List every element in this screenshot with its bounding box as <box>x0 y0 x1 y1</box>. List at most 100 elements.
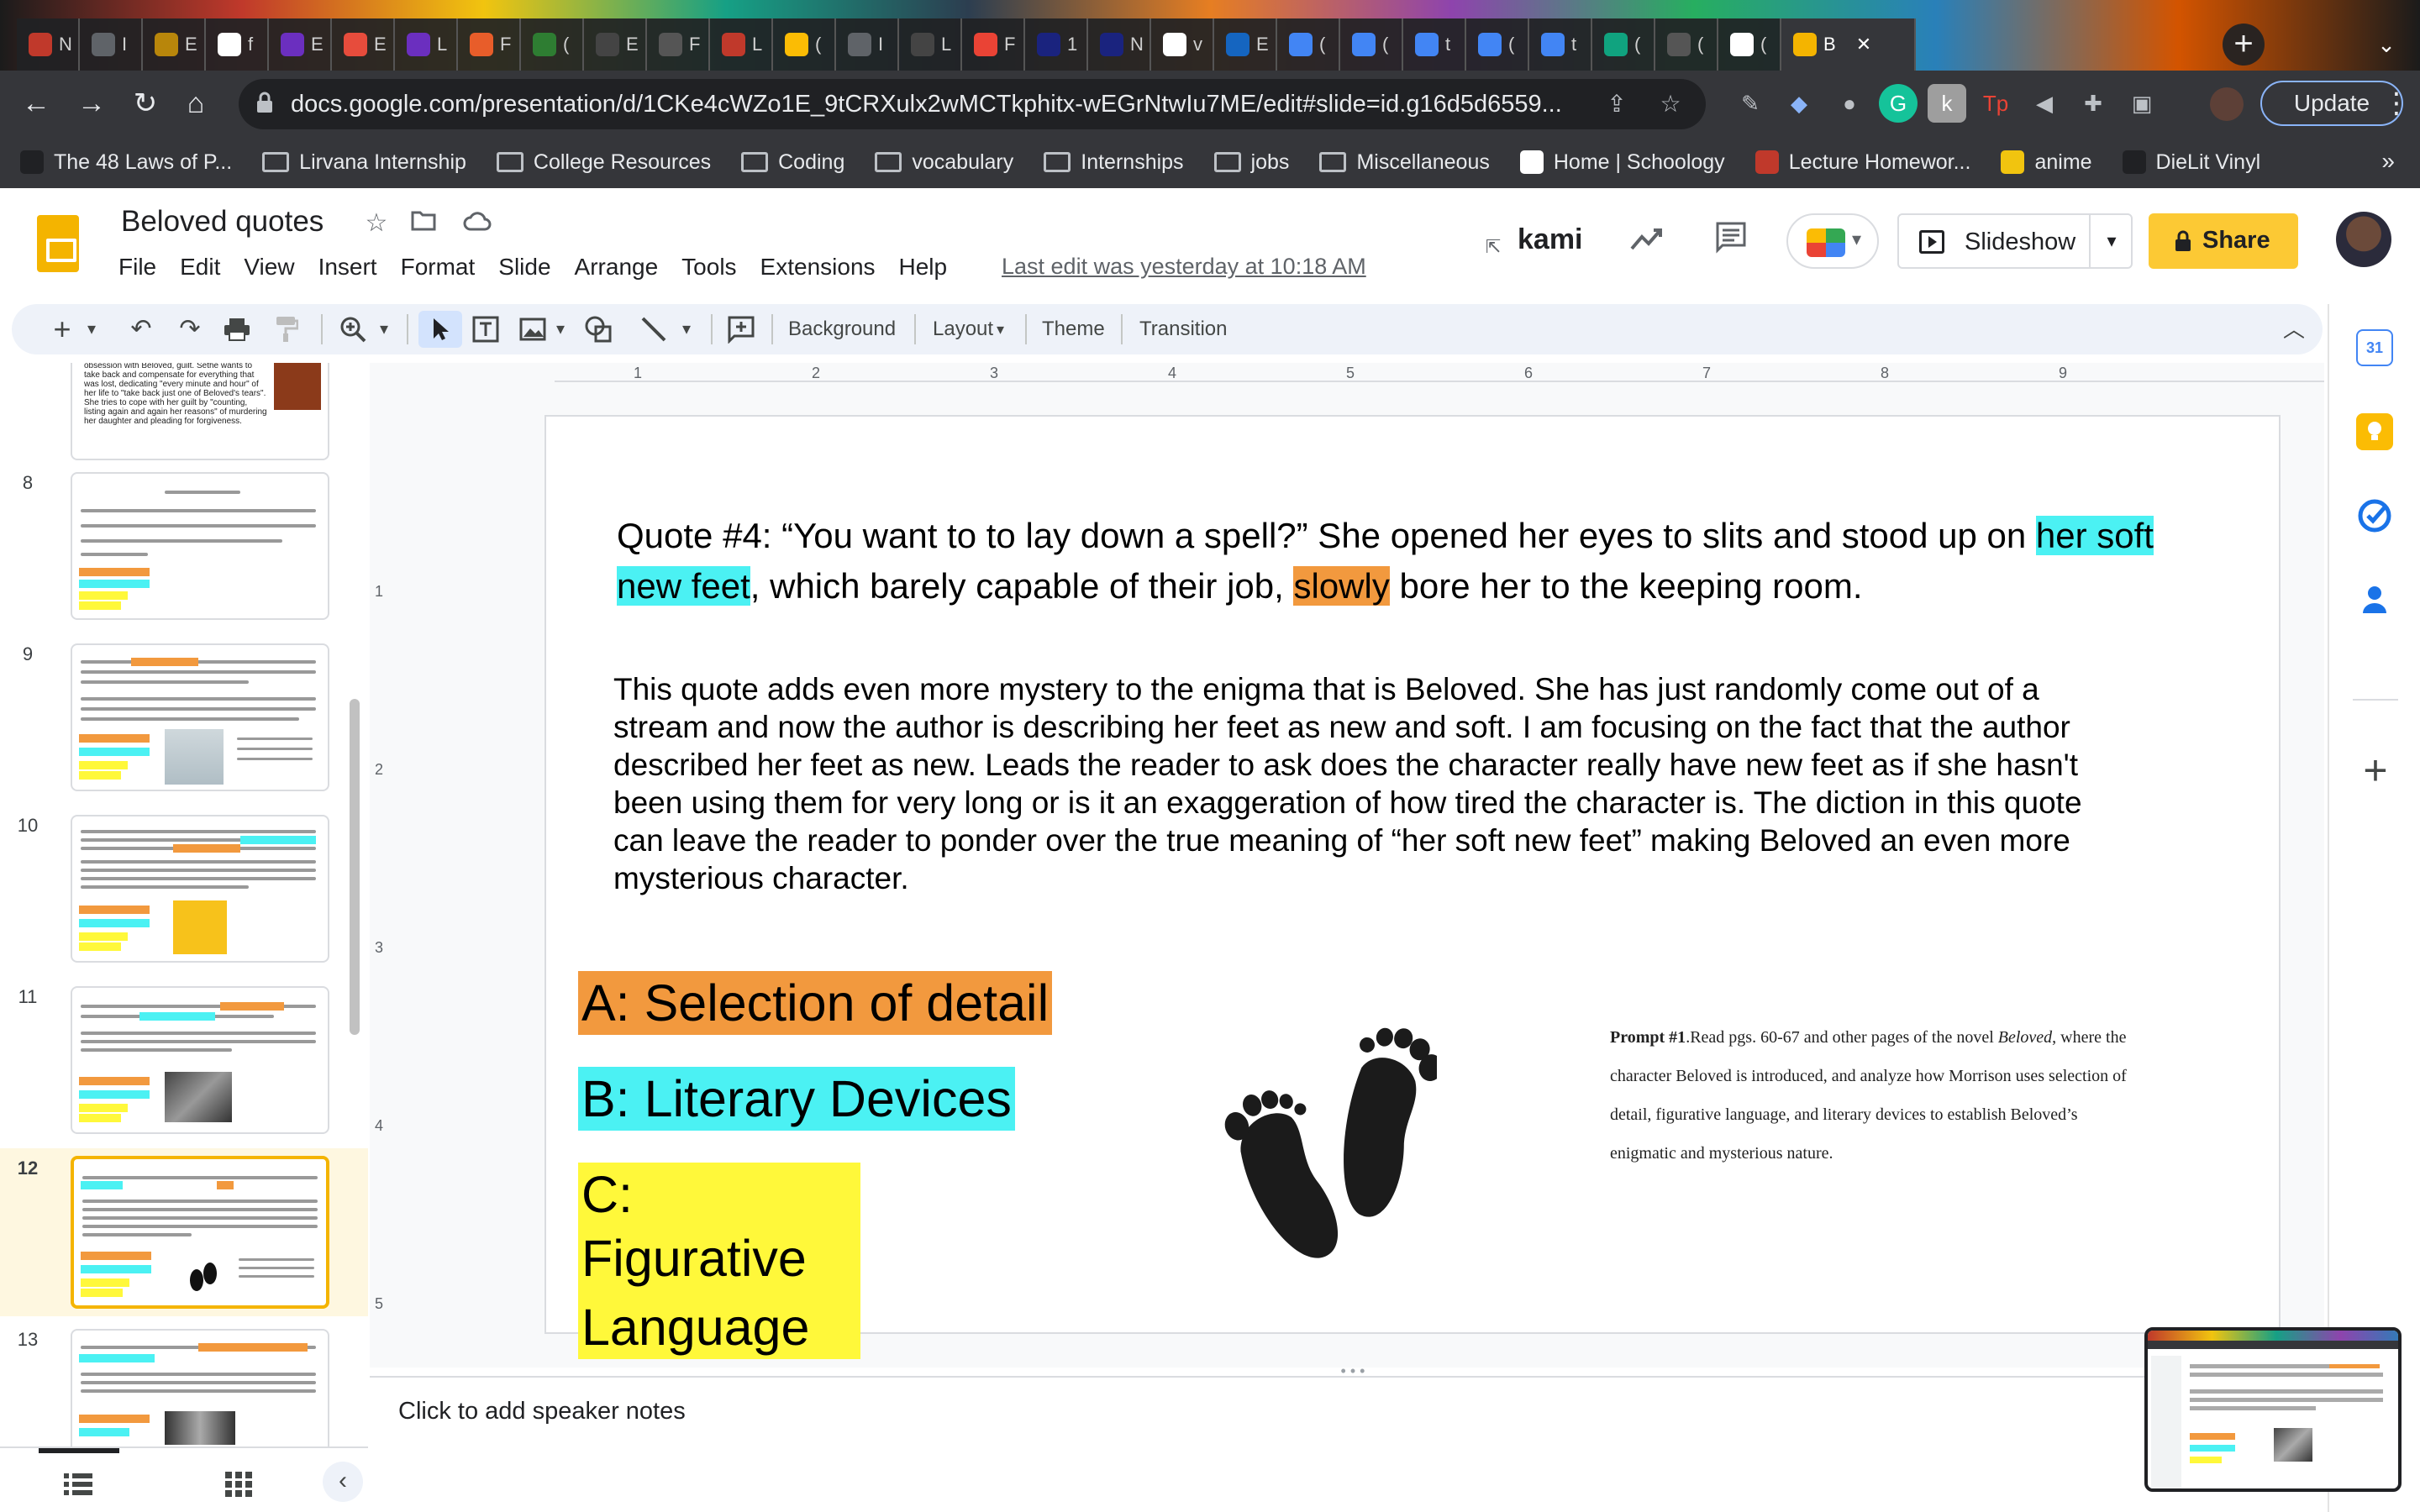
activity-trend-icon[interactable] <box>1625 220 1669 264</box>
keep-icon[interactable] <box>2356 413 2393 450</box>
new-slide-plus-icon[interactable]: + <box>47 311 77 348</box>
chat-extension-icon[interactable]: ● <box>1830 84 1869 123</box>
slideshow-button[interactable]: Slideshow ▾ <box>1897 213 2133 269</box>
analysis-text-box[interactable]: This quote adds even more mystery to the… <box>613 670 2109 897</box>
slide-thumbnail-13[interactable] <box>71 1329 329 1446</box>
new-slide-layout-caret-icon[interactable]: ▾ <box>79 311 104 348</box>
bookmark-item[interactable]: Miscellaneous <box>1319 150 1490 175</box>
url-text[interactable]: docs.google.com/presentation/d/1CKe4cWZo… <box>291 91 1635 118</box>
prompt-text-box[interactable]: Prompt #1.Read pgs. 60-67 and other page… <box>1610 1018 2131 1173</box>
bookmark-item[interactable]: vocabulary <box>875 150 1013 175</box>
label-figurative-language[interactable]: C: Figurative Language <box>578 1163 860 1359</box>
browser-tab[interactable]: E <box>332 18 395 71</box>
browser-tab[interactable]: v <box>1151 18 1214 71</box>
bookmarks-overflow-icon[interactable]: » <box>2381 148 2395 175</box>
document-title[interactable]: Beloved quotes <box>121 205 324 239</box>
tasks-icon[interactable] <box>2356 497 2393 534</box>
shape-icon[interactable] <box>580 311 617 348</box>
account-avatar[interactable] <box>2336 212 2391 267</box>
bookmark-item[interactable]: jobs <box>1213 150 1289 175</box>
theme-button[interactable]: Theme <box>1042 314 1105 344</box>
new-tab-button[interactable]: + <box>2223 24 2265 66</box>
profile-avatar-icon[interactable] <box>2210 87 2244 121</box>
filmstrip-scrollbar[interactable] <box>350 699 360 1035</box>
image-caret-icon[interactable]: ▾ <box>548 311 573 348</box>
gem-extension-icon[interactable]: ◆ <box>1780 84 1818 123</box>
print-icon[interactable] <box>218 311 255 348</box>
bookmark-item[interactable]: Lecture Homewor... <box>1754 150 1970 175</box>
side-panel-icon[interactable]: ▣ <box>2123 84 2161 123</box>
browser-tab[interactable]: t <box>1529 18 1592 71</box>
kami-button[interactable]: kami <box>1518 223 1583 256</box>
contacts-icon[interactable] <box>2356 581 2393 618</box>
line-icon[interactable] <box>635 311 672 348</box>
bookmark-item[interactable]: Lirvana Internship <box>262 150 466 175</box>
layout-button[interactable]: Layout <box>933 314 993 344</box>
baby-feet-image[interactable] <box>1218 1013 1443 1282</box>
browser-tab[interactable]: L <box>395 18 458 71</box>
menu-slide[interactable]: Slide <box>498 254 550 281</box>
move-folder-icon[interactable] <box>407 207 440 240</box>
browser-tab[interactable]: ( <box>1466 18 1529 71</box>
transition-button[interactable]: Transition <box>1139 314 1227 344</box>
last-edit-link[interactable]: Last edit was yesterday at 10:18 AM <box>1002 254 1366 280</box>
menu-view[interactable]: View <box>244 254 294 281</box>
menu-help[interactable]: Help <box>899 254 948 281</box>
browser-tab[interactable]: L <box>899 18 962 71</box>
browser-tab[interactable]: I <box>80 18 143 71</box>
get-add-ons-plus-icon[interactable]: + <box>2354 749 2396 791</box>
close-tab-icon[interactable]: ✕ <box>1856 34 1871 55</box>
browser-tab[interactable]: E <box>269 18 332 71</box>
menu-format[interactable]: Format <box>401 254 476 281</box>
menu-arrange[interactable]: Arrange <box>575 254 659 281</box>
browser-tab[interactable]: ( <box>773 18 836 71</box>
browser-tab[interactable]: L <box>710 18 773 71</box>
speaker-notes-panel[interactable]: Click to add speaker notes <box>370 1376 2324 1512</box>
menu-insert[interactable]: Insert <box>318 254 377 281</box>
bookmark-item[interactable]: anime <box>2001 150 2092 175</box>
home-icon[interactable]: ⌂ <box>175 82 217 124</box>
undo-icon[interactable]: ↶ <box>123 311 160 348</box>
forward-arrow-icon[interactable]: → <box>71 82 113 124</box>
menu-file[interactable]: File <box>118 254 156 281</box>
menu-extensions[interactable]: Extensions <box>760 254 876 281</box>
share-page-icon[interactable]: ⇪ <box>1600 87 1634 121</box>
lock-icon[interactable] <box>255 91 281 118</box>
slideshow-options-chevron-icon[interactable]: ▾ <box>2089 215 2133 267</box>
add-comment-icon[interactable] <box>723 311 760 348</box>
browser-tab[interactable]: F <box>962 18 1025 71</box>
browser-tab[interactable]: ( <box>521 18 584 71</box>
browser-tab[interactable]: I <box>836 18 899 71</box>
share-button[interactable]: Share <box>2149 213 2298 269</box>
bookmark-item[interactable]: DieLit Vinyl <box>2122 150 2260 175</box>
calendar-icon[interactable]: 31 <box>2356 329 2393 366</box>
quote-text-box[interactable]: Quote #4: “You want to to lay down a spe… <box>617 511 2180 612</box>
redo-icon[interactable]: ↷ <box>171 311 208 348</box>
browser-tab[interactable]: F <box>458 18 521 71</box>
background-button[interactable]: Background <box>788 314 896 344</box>
bookmark-star-icon[interactable]: ☆ <box>1654 87 1687 121</box>
slide-thumbnail-12[interactable] <box>71 1156 329 1309</box>
zoom-caret-icon[interactable]: ▾ <box>371 311 397 348</box>
pen-extension-icon[interactable]: ✎ <box>1731 84 1770 123</box>
slide-canvas[interactable]: Quote #4: “You want to to lay down a spe… <box>544 415 2281 1359</box>
slide-thumbnail-10[interactable] <box>71 815 329 963</box>
paint-format-icon[interactable] <box>267 311 304 348</box>
meet-button[interactable]: ▾ <box>1786 213 1879 269</box>
menu-edit[interactable]: Edit <box>180 254 220 281</box>
browser-tab-active[interactable]: B ✕ <box>1781 18 1916 71</box>
cloud-saved-icon[interactable] <box>460 207 494 240</box>
browser-tab[interactable]: ( <box>1277 18 1340 71</box>
slides-logo-icon[interactable] <box>37 215 79 272</box>
line-caret-icon[interactable]: ▾ <box>674 311 699 348</box>
speaker-notes-placeholder[interactable]: Click to add speaker notes <box>398 1398 686 1425</box>
star-icon[interactable]: ☆ <box>360 207 393 240</box>
browser-tab[interactable]: ( <box>1655 18 1718 71</box>
screen-preview-thumbnail[interactable] <box>2144 1327 2402 1492</box>
label-selection-of-detail[interactable]: A: Selection of detail <box>578 971 1053 1035</box>
layout-caret-icon[interactable]: ▾ <box>997 314 1004 344</box>
bookmark-item[interactable]: Coding <box>741 150 844 175</box>
browser-tab[interactable]: E <box>1214 18 1277 71</box>
browser-tab[interactable]: N <box>1088 18 1151 71</box>
bookmark-item[interactable]: Internships <box>1044 150 1184 175</box>
